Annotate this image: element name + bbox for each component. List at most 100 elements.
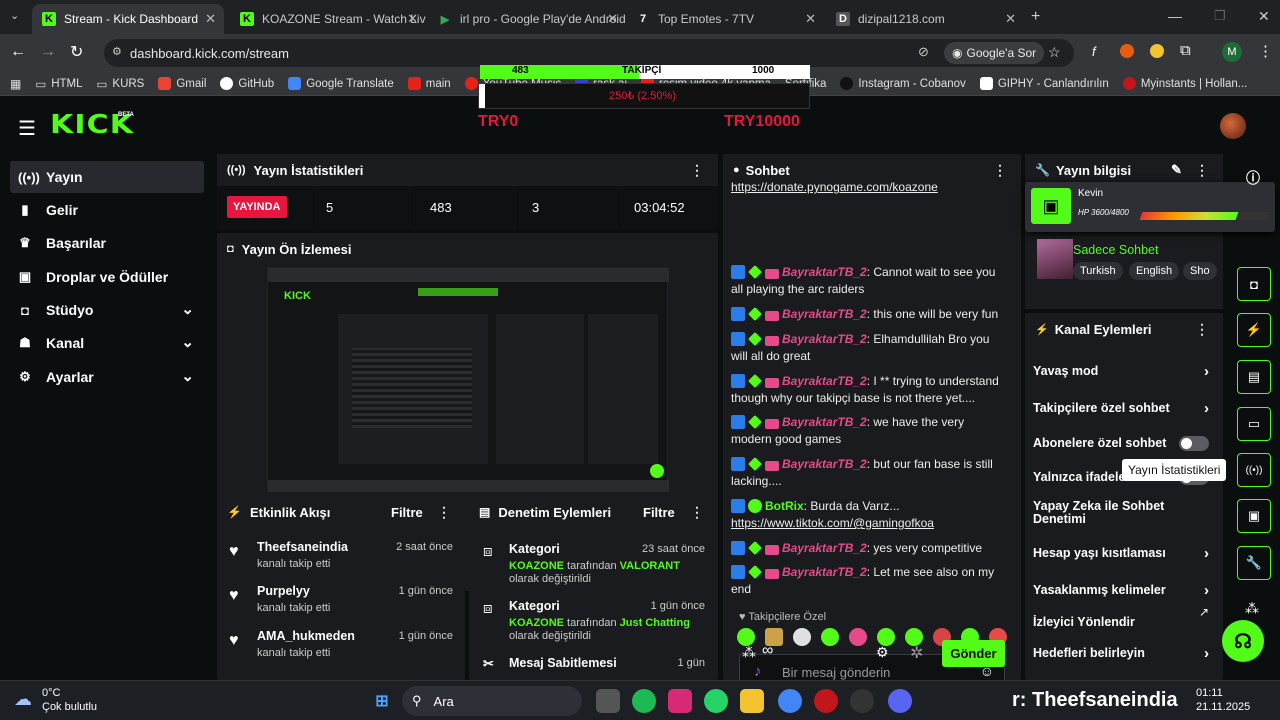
back-icon[interactable]: ← [10, 43, 26, 61]
chrome-icon[interactable] [778, 689, 802, 713]
bookmark-translate[interactable]: Google Translate [288, 77, 394, 90]
chat-username[interactable]: BayraktarTB_2 [782, 332, 867, 346]
chat-username[interactable]: BayraktarTB_2 [782, 415, 867, 429]
instagram-app-icon[interactable] [668, 689, 692, 713]
google-lens-button[interactable]: ◉ Google'a Sor [944, 42, 1045, 64]
tab-koazone[interactable]: K KOAZONE Stream - Watch Live ✕ [230, 4, 426, 34]
bookmark-giphy[interactable]: GIPHY - Canlandırılın [979, 77, 1109, 90]
bookmark-instagram[interactable]: Instagram - Cobanov [840, 77, 966, 90]
whatsapp-icon[interactable] [704, 689, 728, 713]
rail-chat-button[interactable]: ▭ [1237, 407, 1271, 441]
close-tab-icon[interactable]: ✕ [607, 11, 618, 27]
nav-item-studyo[interactable]: ◘ Stüdyo ⌄ [10, 294, 204, 326]
close-tab-icon[interactable]: ✕ [407, 11, 418, 27]
nav-item-kanal[interactable]: ☗ Kanal ⌄ [10, 327, 204, 359]
close-tab-icon[interactable]: ✕ [1005, 11, 1016, 27]
obs-icon[interactable] [850, 689, 874, 713]
tab-google-play[interactable]: ▶ irl pro - Google Play'de Android ✕ [428, 4, 626, 34]
dots-cluster-icon[interactable]: ⁂ [742, 644, 756, 661]
close-window-icon[interactable]: ✕ [1258, 8, 1270, 25]
reload-icon[interactable]: ↻ [70, 42, 83, 62]
panel-menu-icon[interactable]: ⋮ [690, 162, 704, 179]
channel-name[interactable]: KOAZONE [509, 617, 564, 629]
stream-preview-video[interactable]: KICK [267, 267, 669, 492]
spotify-icon[interactable] [632, 689, 656, 713]
user-avatar[interactable] [1220, 113, 1246, 139]
panel-menu-icon[interactable]: ⋮ [690, 504, 704, 521]
send-button[interactable]: Gönder [942, 640, 1005, 667]
forward-icon[interactable]: → [40, 43, 56, 61]
action-ai-moderation[interactable]: Yapay Zeka ile Sohbet Denetimi [1033, 495, 1193, 531]
action-slow-mode[interactable]: Yavaş mod › [1033, 353, 1215, 389]
event-username[interactable]: Theefsaneindia [257, 540, 348, 554]
chat-username[interactable]: BayraktarTB_2 [782, 374, 867, 388]
tab-dizipal[interactable]: D dizipal1218.com ✕ [826, 4, 1024, 34]
extensions-puzzle-icon[interactable]: ⧉ [1180, 42, 1191, 59]
action-set-goals[interactable]: Hedefleri belirleyin › [1033, 635, 1215, 671]
discord-icon[interactable] [888, 689, 912, 713]
channel-name[interactable]: KOAZONE [509, 560, 564, 572]
chat-username[interactable]: BayraktarTB_2 [782, 541, 867, 555]
dots-cluster-icon[interactable]: ⁂ [1245, 600, 1259, 617]
tag-chip[interactable]: Turkish [1073, 262, 1123, 280]
app-red-icon[interactable] [814, 689, 838, 713]
nav-item-basarilar[interactable]: ♛ Başarılar [10, 227, 204, 259]
rail-video-button[interactable]: ▣ [1237, 499, 1271, 533]
extension-yellow-icon[interactable] [1150, 44, 1164, 58]
info-icon[interactable]: ⓘ [1246, 168, 1260, 188]
camera-off-icon[interactable]: ⊘ [918, 44, 929, 60]
edit-pencil-icon[interactable]: ✎ [1171, 162, 1182, 178]
weather-cloud-icon[interactable]: ☁ [14, 689, 32, 710]
category-name[interactable]: Sadece Sohbet [1073, 243, 1159, 257]
filter-button[interactable]: Filtre [391, 505, 423, 520]
profile-avatar[interactable]: M [1222, 42, 1242, 62]
category-name[interactable]: Just Chatting [620, 617, 690, 629]
bookmark-html[interactable]: ▭ HTML [35, 77, 82, 91]
tag-chip[interactable]: Sho [1183, 262, 1217, 280]
bookmark-star-icon[interactable]: ☆ [1048, 44, 1061, 61]
new-tab-icon[interactable]: + [1031, 8, 1040, 26]
bookmark-myinstants[interactable]: Myinstants | Hollan... [1122, 77, 1247, 90]
category-name[interactable]: VALORANT [620, 560, 680, 572]
subscribers-toggle[interactable] [1179, 436, 1209, 451]
event-username[interactable]: AMA_hukmeden [257, 629, 355, 643]
rail-preview-button[interactable]: ◘ [1237, 267, 1271, 301]
site-info-icon[interactable]: ⚙ [112, 45, 122, 58]
hamburger-menu-icon[interactable]: ☰ [18, 116, 36, 141]
chat-username[interactable]: BayraktarTB_2 [782, 307, 867, 321]
menu-kebab-icon[interactable]: ⋮ [1258, 42, 1273, 60]
bookmark-gmail[interactable]: Gmail [158, 77, 206, 90]
chat-link[interactable]: https://www.tiktok.com/@gamingofkoa [731, 516, 934, 530]
rail-tools-button[interactable]: 🔧 [1237, 546, 1271, 580]
rail-moderation-button[interactable]: ▤ [1237, 360, 1271, 394]
rail-activity-button[interactable]: ⚡ [1237, 313, 1271, 347]
panel-menu-icon[interactable]: ⋮ [993, 162, 1007, 179]
infinity-icon[interactable]: ∞ [762, 642, 773, 660]
tab-kick-dashboard[interactable]: K Stream - Kick Dashboard ✕ [32, 4, 224, 34]
taskbar-search[interactable]: ⚲ Ara [402, 686, 582, 716]
nav-item-yayin[interactable]: ((•)) Yayın [10, 161, 204, 193]
nav-item-droplar[interactable]: ▣ Droplar ve Ödüller [10, 261, 204, 293]
chat-username[interactable]: BayraktarTB_2 [782, 565, 867, 579]
action-account-age[interactable]: Hesap yaşı kısıtlaması › [1033, 535, 1215, 571]
windows-start-icon[interactable]: ⊞ [370, 689, 394, 713]
close-tab-icon[interactable]: ✕ [205, 11, 216, 27]
apps-grid-icon[interactable]: ▦ [10, 77, 21, 91]
panel-menu-icon[interactable]: ⋮ [1195, 162, 1209, 179]
action-banned-words[interactable]: Yasaklanmış kelimeler › [1033, 572, 1215, 608]
nav-item-ayarlar[interactable]: ⚙ Ayarlar ⌄ [10, 361, 204, 393]
file-explorer-icon[interactable] [740, 689, 764, 713]
nav-item-gelir[interactable]: ▮ Gelir [10, 194, 204, 226]
action-followers-chat[interactable]: Takipçilere özel sohbet › [1033, 390, 1215, 426]
chat-username[interactable]: BotRix [765, 499, 804, 513]
extension-orange-icon[interactable] [1120, 44, 1134, 58]
rail-stats-button[interactable]: ((•)) [1237, 453, 1271, 487]
close-tab-icon[interactable]: ✕ [805, 11, 816, 27]
panel-menu-icon[interactable]: ⋮ [437, 504, 451, 521]
event-username[interactable]: Purpelyy [257, 584, 310, 598]
minimize-icon[interactable]: — [1168, 8, 1182, 24]
address-bar[interactable]: ⚙ dashboard.kick.com/stream ⊘ ◉ Google'a… [104, 39, 1074, 67]
task-view-icon[interactable] [596, 689, 620, 713]
tag-chip[interactable]: English [1129, 262, 1180, 280]
chat-settings-gear-icon[interactable]: ⚙ [876, 644, 889, 661]
